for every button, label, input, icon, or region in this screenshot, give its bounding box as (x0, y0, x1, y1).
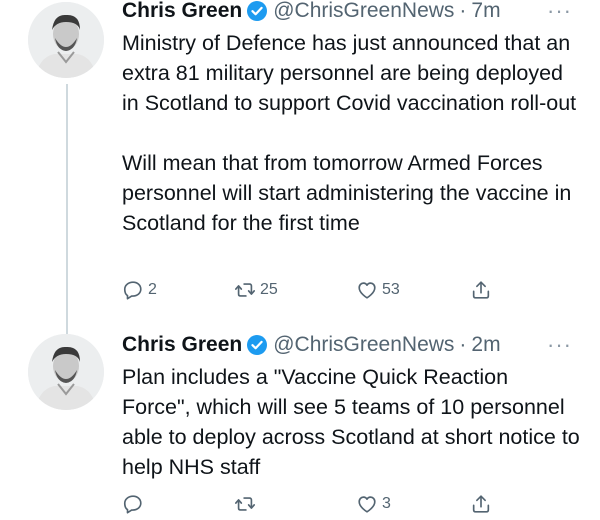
share-button[interactable] (470, 492, 496, 516)
author-name[interactable]: Chris Green (122, 333, 242, 357)
avatar[interactable] (28, 334, 104, 410)
reply-button[interactable] (122, 492, 148, 516)
tweet-header: Chris Green @ChrisGreenNews · 7m (122, 0, 501, 24)
like-button[interactable]: 3 (356, 492, 391, 516)
like-button[interactable]: 53 (356, 278, 400, 302)
tweet-text: Ministry of Defence has just announced t… (122, 31, 577, 235)
thread-connector-line (66, 84, 68, 334)
like-count: 53 (382, 281, 400, 298)
retweet-button[interactable] (234, 492, 260, 516)
separator-dot: · (459, 333, 467, 356)
tweet-timestamp[interactable]: 7m (471, 0, 500, 23)
author-handle[interactable]: @ChrisGreenNews (273, 0, 454, 23)
retweet-icon (235, 497, 255, 511)
heart-icon (358, 282, 376, 299)
reply-count: 2 (148, 281, 157, 298)
verified-badge-icon (247, 335, 268, 355)
reply-button[interactable]: 2 (122, 278, 157, 302)
reply-icon (123, 495, 142, 514)
share-icon (472, 495, 490, 513)
tweet-header: Chris Green @ChrisGreenNews · 2m (122, 332, 501, 358)
avatar[interactable] (28, 2, 104, 78)
tweet-actions: 2 25 53 (122, 278, 502, 302)
retweet-button[interactable]: 25 (234, 278, 278, 302)
tweet-timestamp[interactable]: 2m (471, 333, 500, 357)
author-handle[interactable]: @ChrisGreenNews (273, 333, 454, 357)
tweet-text: Plan includes a "Vaccine Quick Reaction … (122, 365, 580, 479)
share-icon (472, 281, 490, 299)
verified-badge-icon (247, 1, 268, 21)
retweet-icon (235, 283, 255, 297)
heart-icon (358, 496, 376, 513)
share-button[interactable] (470, 278, 496, 302)
separator-dot: · (459, 0, 467, 22)
more-icon[interactable]: ··· (547, 332, 572, 358)
retweet-count: 25 (260, 281, 278, 298)
more-icon[interactable]: ··· (547, 0, 572, 24)
author-name[interactable]: Chris Green (122, 0, 242, 23)
tweet-actions: 3 (122, 492, 502, 516)
reply-icon (123, 281, 142, 300)
like-count: 3 (382, 495, 391, 512)
